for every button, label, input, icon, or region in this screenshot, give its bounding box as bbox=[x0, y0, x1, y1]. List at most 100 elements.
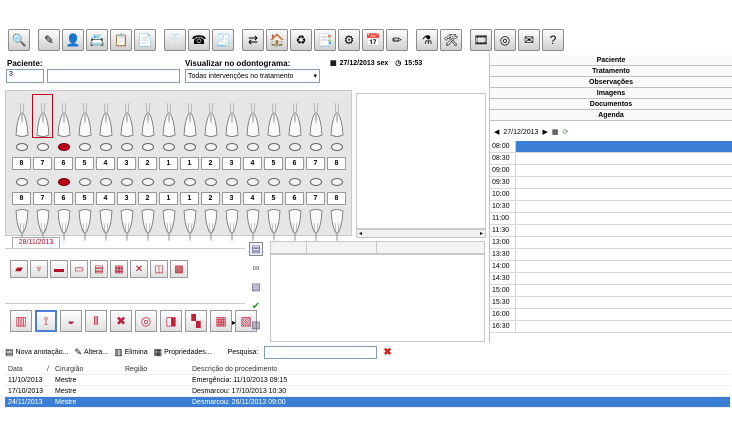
tooth-surface-marker[interactable] bbox=[75, 141, 94, 152]
tooth-surface-marker[interactable] bbox=[33, 176, 52, 187]
agenda-slot-cell[interactable] bbox=[516, 297, 732, 308]
lower-tooth[interactable] bbox=[75, 209, 94, 249]
upper-tooth[interactable] bbox=[138, 95, 157, 137]
cd-button[interactable]: ◎ bbox=[494, 28, 516, 51]
tooth-surface-marker[interactable] bbox=[222, 141, 241, 152]
upper-tooth[interactable] bbox=[306, 95, 325, 137]
tooth-surface-marker[interactable] bbox=[243, 176, 262, 187]
tooth-surface-marker[interactable] bbox=[12, 176, 31, 187]
veneer-tool[interactable]: ▤ bbox=[90, 260, 108, 278]
tooth-surface-marker[interactable] bbox=[264, 141, 283, 152]
upper-tooth[interactable] bbox=[201, 95, 220, 137]
payments-button[interactable]: ♻ bbox=[290, 28, 312, 51]
agenda-slot[interactable]: 15:00 bbox=[490, 285, 732, 297]
agenda-card-button[interactable]: 📇 bbox=[86, 28, 108, 51]
table-row[interactable]: 17/10/2013 Mestre Desmarcou: 17/10/2013 10… bbox=[5, 386, 730, 397]
view-select[interactable]: Todas intervenções no tratamento ▾ bbox=[185, 69, 320, 83]
upper-tooth[interactable] bbox=[285, 95, 304, 137]
treatment-plan-button[interactable]: 📑 bbox=[314, 28, 336, 51]
bridge-tool[interactable]: ▬ bbox=[50, 260, 68, 278]
settings-button[interactable]: 🛠 bbox=[440, 28, 462, 51]
patient-record-button[interactable]: ✎ bbox=[38, 28, 60, 51]
lower-tooth[interactable] bbox=[201, 209, 220, 249]
tooth-surface-marker[interactable] bbox=[138, 176, 157, 187]
agenda-slot[interactable]: 13:00 bbox=[490, 237, 732, 249]
lower-tooth[interactable] bbox=[96, 209, 115, 249]
agenda-slot[interactable]: 16:30 bbox=[490, 321, 732, 333]
section-documentos[interactable]: Documentos bbox=[490, 99, 732, 110]
upper-tooth[interactable] bbox=[264, 95, 283, 137]
upper-tooth[interactable] bbox=[54, 95, 73, 137]
phonebook-button[interactable]: ☎ bbox=[188, 28, 210, 51]
properties-button[interactable]: ▦ Propriedades... bbox=[154, 347, 212, 358]
tooth-surface-marker[interactable] bbox=[117, 176, 136, 187]
agenda-slot-cell[interactable] bbox=[516, 213, 732, 224]
post-tool[interactable]: Ⅱ bbox=[85, 310, 107, 332]
lower-tooth[interactable] bbox=[138, 209, 157, 249]
history-scrollbar[interactable]: ◂ ▸ bbox=[356, 229, 486, 238]
tooth-surface-marker[interactable] bbox=[285, 176, 304, 187]
section-paciente[interactable]: Paciente bbox=[490, 55, 732, 66]
patient-search-button[interactable]: 🔍 bbox=[8, 28, 30, 51]
agenda-slot-cell[interactable] bbox=[516, 285, 732, 296]
previous-day-icon[interactable]: ◀ bbox=[494, 128, 499, 136]
sealant-tool[interactable]: ◒ bbox=[60, 310, 82, 332]
tooth-surface-marker[interactable] bbox=[222, 176, 241, 187]
lower-tooth[interactable] bbox=[117, 209, 136, 249]
upper-tooth[interactable] bbox=[32, 94, 53, 138]
tooth-surface-marker[interactable] bbox=[180, 141, 199, 152]
documents-button[interactable]: 📄 bbox=[134, 28, 156, 51]
root-canal-tool[interactable]: ⟟ bbox=[35, 310, 57, 332]
delete-button[interactable]: ▥ Elimina bbox=[114, 347, 147, 358]
upper-tooth[interactable] bbox=[75, 95, 94, 137]
new-note-button[interactable]: ▤ Nova anotação... bbox=[5, 347, 68, 358]
upper-tooth[interactable] bbox=[117, 95, 136, 137]
cleaning-tool[interactable]: ◎ bbox=[135, 310, 157, 332]
report-button[interactable]: ▨ bbox=[249, 318, 263, 332]
tooth-surface-marker[interactable] bbox=[201, 176, 220, 187]
agenda-slot[interactable]: 13:30 bbox=[490, 249, 732, 261]
help-button[interactable]: ? bbox=[542, 28, 564, 51]
agenda-slot-cell[interactable] bbox=[516, 141, 732, 152]
agenda-slot[interactable]: 14:30 bbox=[490, 273, 732, 285]
section-observaes[interactable]: Observações bbox=[490, 77, 732, 88]
agenda-slot[interactable]: 10:30 bbox=[490, 201, 732, 213]
add-patient-button[interactable]: 👤 bbox=[62, 28, 84, 51]
tooth-surface-marker[interactable] bbox=[327, 141, 346, 152]
agenda-slot-cell[interactable] bbox=[516, 201, 732, 212]
refresh-icon[interactable]: ⟳ bbox=[562, 128, 568, 136]
home-chart-button[interactable]: 🏠 bbox=[266, 28, 288, 51]
agenda-slot[interactable]: 09:00 bbox=[490, 165, 732, 177]
agenda-slot-cell[interactable] bbox=[516, 273, 732, 284]
column-header[interactable]: Descrição do procedimento bbox=[192, 364, 730, 374]
tooth-surface-marker[interactable] bbox=[306, 141, 325, 152]
column-header[interactable]: Região bbox=[125, 364, 192, 374]
agenda-slot-cell[interactable] bbox=[516, 321, 732, 332]
transfer-button[interactable]: ⇄ bbox=[242, 28, 264, 51]
column-header[interactable]: Cirurgião bbox=[55, 364, 125, 374]
missing-tooth-tool[interactable]: ◫ bbox=[150, 260, 168, 278]
agenda-slot[interactable]: 15:30 bbox=[490, 297, 732, 309]
lower-tooth[interactable] bbox=[222, 209, 241, 249]
agenda-slot[interactable]: 08:30 bbox=[490, 153, 732, 165]
veneer-front-tool[interactable]: ▦ bbox=[210, 310, 232, 332]
scroll-left-icon[interactable]: ◂ bbox=[359, 230, 362, 237]
agenda-slot-cell[interactable] bbox=[516, 153, 732, 164]
plan-button[interactable]: ▧ bbox=[249, 280, 263, 294]
agenda-slot[interactable]: 08:00 bbox=[490, 141, 732, 153]
implant-tool[interactable]: ♆ bbox=[30, 260, 48, 278]
upper-tooth[interactable] bbox=[180, 95, 199, 137]
grid-tool[interactable]: ▩ bbox=[170, 260, 188, 278]
chart-tool-button[interactable]: ▤ bbox=[249, 242, 263, 256]
notes-button[interactable]: ✏ bbox=[386, 28, 408, 51]
tooth-surface-marker[interactable] bbox=[33, 141, 52, 152]
next-day-icon[interactable]: ▶ bbox=[542, 128, 547, 136]
lower-tooth[interactable] bbox=[159, 209, 178, 249]
inlay-tool[interactable]: ◨ bbox=[160, 310, 182, 332]
section-tratamento[interactable]: Tratamento bbox=[490, 66, 732, 77]
schedule-calendar-button[interactable]: 📅 bbox=[362, 28, 384, 51]
agenda-slot[interactable]: 10:00 bbox=[490, 189, 732, 201]
tooth-surface-marker[interactable] bbox=[306, 176, 325, 187]
tooth-surface-marker[interactable] bbox=[12, 141, 31, 152]
tooth-surface-marker[interactable] bbox=[285, 141, 304, 152]
